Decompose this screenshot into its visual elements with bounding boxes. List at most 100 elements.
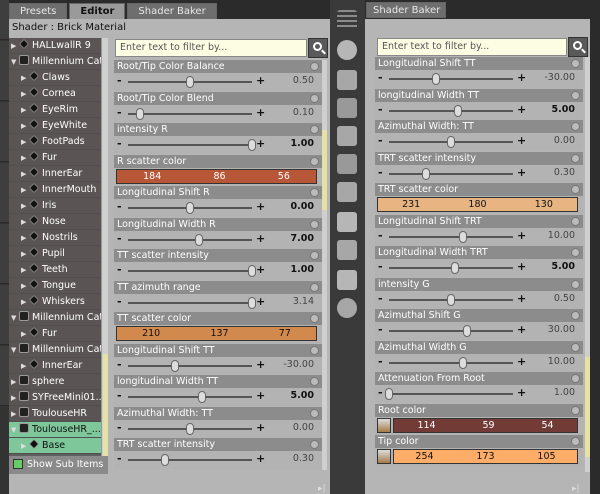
property-value[interactable]: 0.10 (274, 107, 314, 118)
slider-knob[interactable] (161, 454, 170, 466)
property-value[interactable]: 1.00 (274, 264, 314, 275)
increment-button[interactable]: + (517, 166, 526, 179)
expand-arrow-icon[interactable]: ▶ (21, 166, 29, 181)
tree-item[interactable]: ▶ Fur (9, 326, 101, 342)
property-value[interactable]: 1.00 (535, 387, 575, 398)
tree-item[interactable]: ▶ Claws (9, 70, 101, 86)
right-search-button[interactable] (568, 37, 588, 57)
gear-icon[interactable] (571, 311, 580, 320)
tree-item[interactable]: ▶ Teeth (9, 262, 101, 278)
tab-shader-baker-right[interactable]: Shader Baker (366, 2, 446, 18)
checkbox-icon[interactable] (13, 459, 23, 469)
tree-item[interactable]: ▼ ToulouseHR_... (9, 422, 101, 438)
tree-item[interactable]: ▶ ToulouseHR (9, 406, 101, 422)
figure-pose-icon[interactable] (337, 270, 357, 290)
tree-item[interactable]: ▶ Tongue (9, 278, 101, 294)
property-value[interactable]: 10.00 (535, 356, 575, 367)
figure-icon[interactable] (337, 240, 357, 260)
tree-item[interactable]: ▶ SYFreeMini01... (9, 390, 101, 406)
collapse-arrow-icon[interactable]: ▼ (11, 422, 19, 437)
decrement-button[interactable]: - (117, 200, 122, 213)
expand-arrow-icon[interactable]: ▶ (21, 326, 29, 341)
increment-button[interactable]: + (517, 103, 526, 116)
collapse-arrow-icon[interactable]: ▼ (11, 54, 19, 69)
gear-icon[interactable] (310, 93, 319, 103)
slider-track[interactable] (389, 330, 513, 332)
tree-item[interactable]: ▶ InnerMouth (9, 182, 101, 198)
expand-arrow-icon[interactable]: ▶ (21, 134, 29, 149)
property-value[interactable]: 1.00 (274, 138, 314, 149)
tree-item[interactable]: ▶ HALLwallR 9 (9, 38, 101, 54)
tree-item[interactable]: ▶ InnerEar (9, 166, 101, 182)
slider-knob[interactable] (447, 293, 455, 306)
property-value[interactable]: 3.14 (274, 296, 314, 307)
collapse-arrow-icon[interactable]: ▼ (11, 310, 19, 325)
resize-handle-icon[interactable]: ▸| (572, 484, 580, 494)
slider-knob[interactable] (422, 167, 431, 180)
increment-button[interactable]: + (256, 232, 265, 245)
property-value[interactable]: 0.00 (535, 135, 575, 146)
property-value[interactable]: 5.00 (535, 104, 575, 115)
tree-item[interactable]: ▶ Whiskers (9, 294, 101, 310)
increment-button[interactable]: + (256, 452, 265, 465)
increment-button[interactable]: + (517, 292, 526, 305)
property-value[interactable]: 0.50 (274, 75, 314, 86)
increment-button[interactable]: + (256, 389, 265, 402)
color-value-bar[interactable]: 184 86 56 (116, 168, 317, 184)
slider-track[interactable] (389, 172, 513, 175)
slider-track[interactable] (389, 109, 513, 112)
slider-knob[interactable] (194, 233, 203, 246)
increment-button[interactable]: + (256, 106, 265, 119)
property-value[interactable]: -30.00 (535, 72, 575, 83)
expand-arrow-icon[interactable]: ▶ (11, 390, 19, 405)
expand-arrow-icon[interactable]: ▶ (21, 198, 29, 213)
slider-track[interactable] (128, 238, 252, 241)
decrement-button[interactable]: - (117, 74, 122, 87)
tree-item[interactable]: ▶ sphere (9, 374, 101, 390)
increment-button[interactable]: + (256, 421, 265, 434)
expand-arrow-icon[interactable]: ▶ (21, 358, 29, 373)
increment-button[interactable]: + (517, 323, 526, 336)
decrement-button[interactable]: - (117, 295, 122, 308)
color-swatch[interactable] (377, 417, 391, 433)
expand-arrow-icon[interactable]: ▶ (21, 246, 29, 261)
shape-icon[interactable] (337, 70, 357, 90)
increment-button[interactable]: + (517, 71, 526, 84)
gear-icon[interactable] (310, 156, 319, 166)
tab-shader-baker[interactable]: Shader Baker (127, 3, 217, 19)
tree-item[interactable]: ▼ Millennium Cat... (9, 342, 101, 358)
decrement-button[interactable]: - (378, 260, 383, 273)
slider-track[interactable] (128, 301, 252, 304)
property-value[interactable]: 0.50 (535, 293, 575, 304)
node-icon[interactable] (337, 98, 357, 118)
decrement-button[interactable]: - (117, 389, 122, 402)
surface-icon[interactable] (337, 40, 357, 60)
gear-icon[interactable] (571, 216, 580, 226)
slider-knob[interactable] (447, 136, 455, 148)
decrement-button[interactable]: - (117, 421, 122, 434)
increment-button[interactable]: + (256, 137, 265, 150)
increment-button[interactable]: + (256, 295, 265, 308)
decrement-button[interactable]: - (117, 232, 122, 245)
property-value[interactable]: 5.00 (535, 261, 575, 272)
gear-icon[interactable] (571, 90, 580, 100)
slider-knob[interactable] (186, 422, 194, 435)
gear-icon[interactable] (310, 219, 319, 229)
tree-item[interactable]: ▶ Nostrils (9, 230, 101, 246)
increment-button[interactable]: + (256, 263, 265, 276)
collapse-arrow-icon[interactable]: ▼ (11, 342, 19, 357)
expand-arrow-icon[interactable]: ▶ (21, 102, 29, 117)
bone-icon[interactable] (337, 182, 357, 202)
property-value[interactable]: 30.00 (535, 324, 575, 335)
slider-track[interactable] (128, 270, 252, 272)
slider-track[interactable] (128, 144, 252, 146)
slider-knob[interactable] (248, 139, 256, 151)
tab-editor[interactable]: Editor (69, 3, 126, 19)
slider-knob[interactable] (432, 73, 441, 85)
gear-icon[interactable] (571, 279, 580, 289)
slider-track[interactable] (389, 78, 513, 80)
color-value-bar[interactable]: 210 137 77 (116, 326, 317, 341)
slider-knob[interactable] (198, 391, 207, 403)
tree-item[interactable]: ▶ EyeRim (9, 102, 101, 118)
joint-icon[interactable] (337, 212, 357, 232)
